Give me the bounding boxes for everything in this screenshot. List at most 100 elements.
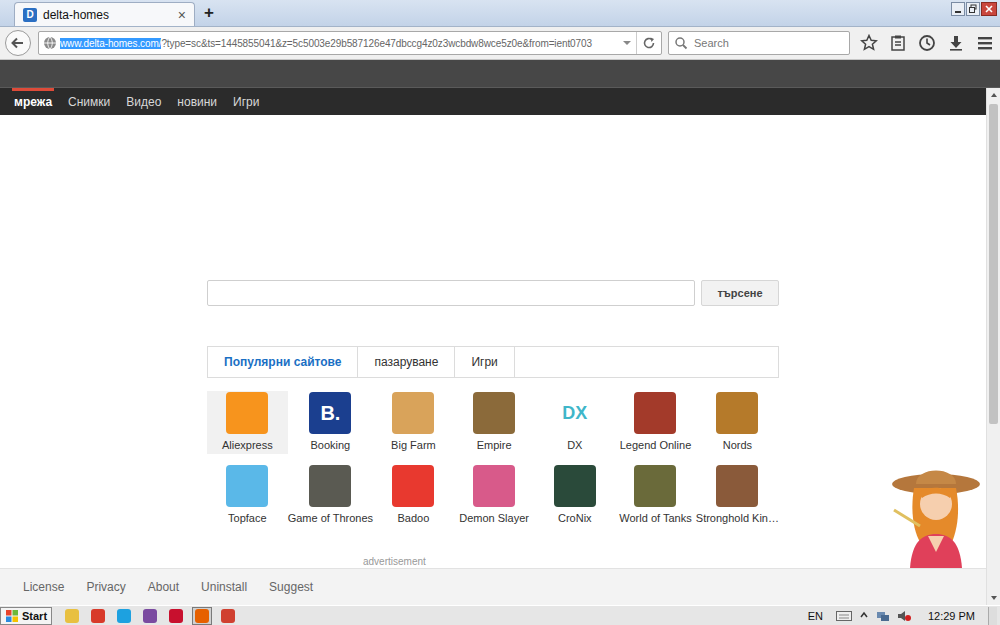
category-tabs: Популярни сайтовепазаруванеИгри [207,346,779,378]
category-tab[interactable]: Игри [455,347,514,377]
site-logo-icon [716,392,758,434]
site-tile[interactable]: Stronghold Kin… [696,464,779,527]
site-tile[interactable]: Badoo [373,464,454,527]
network-icon[interactable] [876,610,890,622]
page-nav-item[interactable]: Видео [124,88,163,115]
scroll-up-icon[interactable] [987,88,1000,102]
site-logo-mark: DX [562,403,587,424]
site-logo-icon [634,392,676,434]
browser-search-input[interactable] [692,36,849,50]
close-icon[interactable] [981,2,997,16]
site-tile[interactable]: Demon Slayer [454,464,535,527]
category-tab[interactable]: пазаруване [358,347,455,377]
footer-link[interactable]: Suggest [269,580,313,594]
site-logo-icon [716,465,758,507]
scroll-down-icon[interactable] [987,591,1000,605]
back-arrow-icon[interactable] [4,29,32,57]
site-label: Big Farm [391,439,436,451]
windows-flag-icon [5,609,19,623]
app-icon [143,609,157,623]
footer-link[interactable]: Privacy [86,580,125,594]
taskbar-app[interactable] [88,607,108,625]
category-tabs-fill [515,347,778,377]
site-tile[interactable]: B. Booking [288,391,373,454]
site-tile[interactable]: Topface [207,464,288,527]
taskbar-app[interactable] [218,607,238,625]
taskbar-app[interactable] [166,607,186,625]
download-arrow-icon[interactable] [947,34,965,52]
search-button[interactable]: търсене [701,280,779,306]
main-search-input[interactable] [207,280,695,306]
taskbar-app[interactable] [114,607,134,625]
page-nav-item[interactable]: Игри [231,88,261,115]
taskbar-app[interactable] [62,607,82,625]
volume-muted-icon[interactable] [897,610,911,622]
site-logo-icon [473,465,515,507]
search-row: търсене [207,280,779,306]
site-tile[interactable]: World of Tanks [615,464,696,527]
magnifier-icon [674,36,688,50]
site-logo-icon [554,465,596,507]
site-tile[interactable]: CroNix [534,464,615,527]
browser-tab[interactable]: Ddelta-homes× [14,2,195,26]
app-icon [65,609,79,623]
show-desktop-button[interactable] [988,607,997,625]
reload-button[interactable] [636,32,661,54]
site-tile[interactable]: Game of Thrones [288,464,373,527]
page-nav-item[interactable]: мрежа [12,88,54,115]
restore-icon[interactable] [966,2,980,16]
start-button[interactable]: Start [0,607,52,625]
site-tile[interactable]: Aliexpress [207,391,288,454]
app-icon [117,609,131,623]
dropdown-icon[interactable] [621,38,633,48]
site-tile[interactable]: Empire [454,391,535,454]
scrollbar[interactable] [986,88,1000,605]
page-nav-item[interactable]: Снимки [66,88,112,115]
favicon-icon: D [23,8,37,22]
site-tile[interactable]: DX DX [534,391,615,454]
site-grid: Aliexpress B. Booking Big Farm Empire DX DX Leg… [207,391,779,527]
taskbar-app[interactable] [140,607,160,625]
footer-link[interactable]: Uninstall [201,580,247,594]
toolbar-icons [856,34,994,52]
footer-link[interactable]: License [23,580,64,594]
site-tile[interactable]: Legend Online [615,391,696,454]
site-logo-mark: B. [320,402,340,425]
history-clock-icon[interactable] [918,34,936,52]
clock[interactable]: 12:29 PM [918,610,981,622]
url-selection: www.delta-homes.com/ [60,38,161,49]
bookmark-star-icon[interactable] [860,34,878,52]
page-nav-item[interactable]: новини [175,88,219,115]
tray-expand-icon[interactable] [859,610,869,622]
viewport: мрежа Снимки Видео новини Игри търсене Популяр… [0,88,1000,605]
globe-icon [43,36,57,50]
clipboard-icon[interactable] [889,34,907,52]
site-tile[interactable]: Big Farm [373,391,454,454]
new-tab-button[interactable]: + [195,3,223,26]
taskbar: Start EN 12:29 PM [0,605,1000,625]
app-icon [221,609,235,623]
advertisement-label: advertisement [207,555,779,568]
minimize-icon[interactable] [951,2,965,16]
site-label: Stronghold Kin… [696,512,779,524]
browser-search-field[interactable] [668,31,850,55]
site-label: DX [567,439,582,451]
footer-link[interactable]: About [148,580,179,594]
site-label: Booking [310,439,350,451]
menu-icon[interactable] [976,34,994,52]
nav-toolbar: www.delta-homes.com/?type=sc&ts=14458550… [0,27,1000,60]
site-logo-icon [473,392,515,434]
keyboard-icon[interactable] [836,610,852,622]
content: търсене Популярни сайтовепазаруванеИгри Al… [0,115,986,568]
site-tile[interactable]: Nords [696,391,779,454]
taskbar-apps [52,607,238,625]
tab-close-button[interactable]: × [178,7,186,23]
scroll-thumb[interactable] [989,104,998,424]
url-field[interactable]: www.delta-homes.com/?type=sc&ts=14458550… [38,31,662,55]
taskbar-app[interactable] [192,607,212,625]
start-label: Start [22,610,47,622]
language-indicator[interactable]: EN [808,610,823,622]
page-nav: мрежа Снимки Видео новини Игри [0,88,986,115]
page: мрежа Снимки Видео новини Игри търсене Популяр… [0,88,986,605]
category-tab[interactable]: Популярни сайтове [208,347,358,377]
